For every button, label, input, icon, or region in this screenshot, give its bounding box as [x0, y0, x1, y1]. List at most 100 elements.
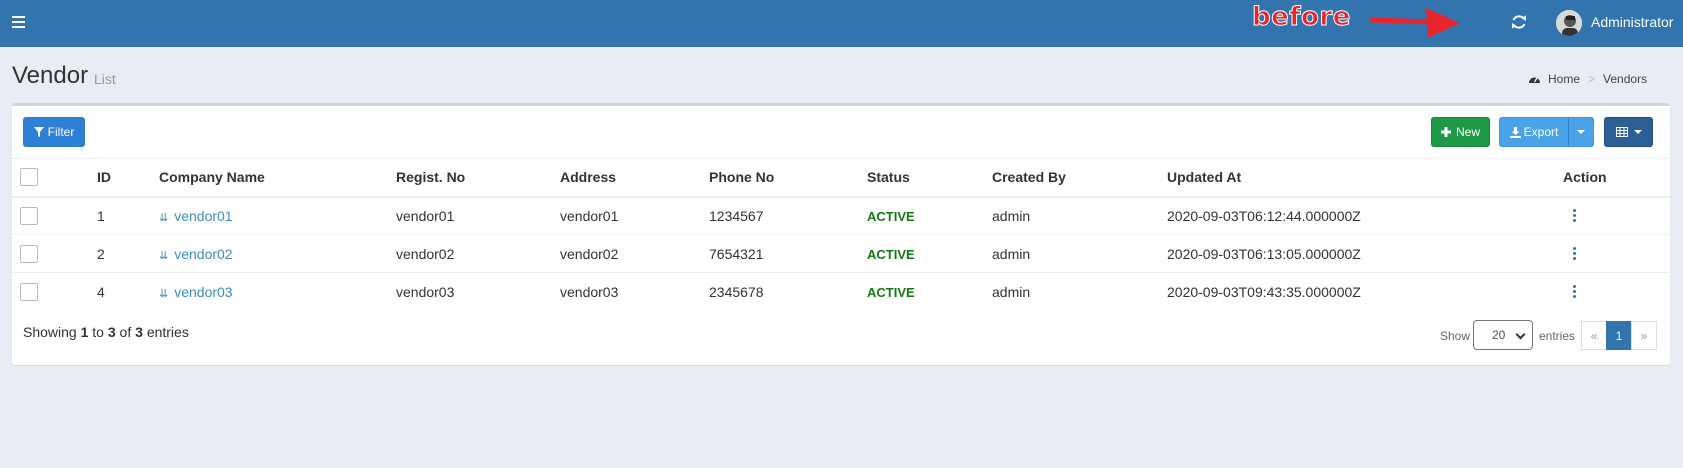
row-select-cell — [12, 272, 97, 311]
filter-button[interactable]: Filter — [23, 117, 85, 147]
page-title: Vendor — [12, 62, 89, 89]
cell-created-by: admin — [992, 272, 1167, 311]
table-row: 1 ⇊ vendor01 vendor01 vendor01 1234567 AC… — [12, 196, 1670, 235]
entries-label: entries — [1539, 329, 1576, 343]
row-actions-menu-icon[interactable] — [1573, 246, 1577, 262]
row-checkbox[interactable] — [20, 282, 38, 301]
showing-prefix: Showing — [23, 324, 77, 340]
new-button-label: New — [1455, 125, 1480, 139]
columns-selector-button[interactable] — [1604, 117, 1653, 147]
annotation-arrow-icon — [1370, 8, 1460, 38]
select-all-cell — [12, 158, 97, 198]
cell-address: vendor01 — [560, 196, 709, 235]
cell-action — [1563, 196, 1670, 235]
showing-total: 3 — [135, 324, 143, 340]
cell-status: ACTIVE — [867, 234, 992, 273]
cell-created-by: admin — [992, 196, 1167, 235]
column-header-action: Action — [1563, 158, 1670, 198]
hamburger-menu-icon[interactable] — [12, 16, 25, 28]
cell-action — [1563, 272, 1670, 311]
export-button-label: Export — [1523, 125, 1559, 139]
cell-status: ACTIVE — [867, 196, 992, 235]
expand-icon[interactable]: ⇊ — [159, 212, 168, 224]
caret-down-icon — [1633, 130, 1642, 134]
annotation-label: before — [1252, 2, 1351, 33]
export-dropdown-toggle[interactable] — [1568, 117, 1594, 147]
page-subtitle: List — [94, 71, 116, 87]
cell-address: vendor03 — [560, 272, 709, 311]
top-navbar: before Administrator — [0, 0, 1683, 47]
column-header-created-by[interactable]: Created By — [992, 158, 1167, 198]
new-button[interactable]: New — [1431, 117, 1490, 147]
showing-of-word: of — [119, 324, 132, 340]
cell-phone-no: 2345678 — [709, 272, 867, 311]
table-row: 4 ⇊ vendor03 vendor03 vendor03 2345678 AC… — [12, 272, 1670, 311]
cell-updated-at: 2020-09-03T06:12:44.000000Z — [1167, 196, 1563, 235]
cell-phone-no: 1234567 — [709, 196, 867, 235]
status-badge: ACTIVE — [867, 284, 915, 300]
cell-status: ACTIVE — [867, 272, 992, 311]
page-size-value: 20 — [1492, 328, 1506, 342]
user-name[interactable]: Administrator — [1591, 14, 1673, 30]
column-header-status[interactable]: Status — [867, 158, 992, 198]
cell-id: 2 — [97, 234, 159, 273]
refresh-icon[interactable] — [1509, 12, 1529, 32]
status-badge: ACTIVE — [867, 246, 915, 262]
row-checkbox[interactable] — [20, 206, 38, 225]
column-header-updated-at[interactable]: Updated At — [1167, 158, 1563, 198]
table-icon — [1615, 127, 1628, 137]
page-size-select[interactable]: 20 — [1473, 320, 1533, 350]
download-icon — [1509, 126, 1521, 138]
row-select-cell — [12, 196, 97, 235]
show-label: Show — [1440, 329, 1471, 343]
column-header-address[interactable]: Address — [560, 158, 709, 198]
pagination-next-button[interactable]: » — [1631, 321, 1657, 350]
column-header-id[interactable]: ID — [97, 158, 159, 198]
column-header-phone-no[interactable]: Phone No — [709, 158, 867, 198]
showing-from: 1 — [80, 324, 89, 340]
row-actions-menu-icon[interactable] — [1573, 285, 1577, 300]
select-all-checkbox[interactable] — [20, 168, 38, 187]
caret-down-icon — [1577, 130, 1585, 134]
column-header-company-name[interactable]: Company Name — [159, 158, 396, 198]
company-name-link[interactable]: vendor01 — [174, 208, 232, 224]
cell-address: vendor02 — [560, 234, 709, 273]
vendor-table: ID Company Name Regist. No Address Phone… — [12, 158, 1670, 311]
cell-regist-no: vendor02 — [396, 234, 560, 273]
expand-icon[interactable]: ⇊ — [159, 288, 168, 300]
cell-regist-no: vendor03 — [396, 272, 560, 311]
table-row: 2 ⇊ vendor02 vendor02 vendor02 7654321 AC… — [12, 234, 1670, 273]
status-badge: ACTIVE — [867, 208, 915, 224]
cell-regist-no: vendor01 — [396, 196, 560, 235]
showing-entries-word: entries — [146, 324, 189, 340]
cell-updated-at: 2020-09-03T06:13:05.000000Z — [1167, 234, 1563, 273]
table-header-row: ID Company Name Regist. No Address Phone… — [12, 158, 1670, 198]
cell-id: 1 — [97, 196, 159, 235]
user-avatar[interactable] — [1556, 10, 1582, 36]
pagination-page-1[interactable]: 1 — [1606, 321, 1632, 350]
avatar-image-icon — [1556, 10, 1582, 36]
plus-icon — [1440, 127, 1451, 137]
pagination: « 1 » — [1581, 321, 1657, 350]
row-actions-menu-icon[interactable] — [1573, 209, 1577, 224]
column-header-regist-no[interactable]: Regist. No — [396, 158, 560, 198]
chevron-down-icon — [1515, 329, 1526, 340]
cell-phone-no: 7654321 — [709, 234, 867, 273]
cell-action — [1563, 234, 1670, 273]
row-checkbox[interactable] — [20, 244, 38, 263]
breadcrumb-home-link[interactable]: Home — [1548, 72, 1580, 86]
company-name-link[interactable]: vendor03 — [174, 284, 232, 300]
breadcrumb-current: Vendors — [1603, 72, 1648, 86]
cell-company-name: ⇊ vendor03 — [159, 272, 396, 311]
cell-id: 4 — [97, 272, 159, 311]
cell-company-name: ⇊ vendor02 — [159, 234, 396, 273]
filter-button-label: Filter — [47, 125, 75, 139]
breadcrumb-separator: > — [1588, 72, 1596, 86]
expand-icon[interactable]: ⇊ — [159, 250, 168, 262]
export-button[interactable]: Export — [1499, 117, 1569, 147]
cell-company-name: ⇊ vendor01 — [159, 196, 396, 235]
pagination-prev-button[interactable]: « — [1581, 321, 1607, 350]
company-name-link[interactable]: vendor02 — [174, 246, 232, 262]
cell-created-by: admin — [992, 234, 1167, 273]
row-select-cell — [12, 234, 97, 273]
